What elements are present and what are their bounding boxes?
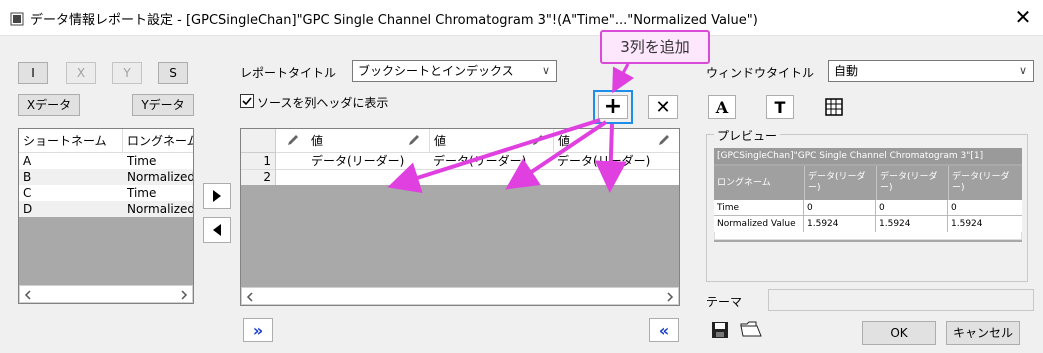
triangle-right-icon xyxy=(213,190,221,202)
floppy-disk-icon xyxy=(712,322,728,338)
preview-header-cell: ロングネーム xyxy=(714,166,804,200)
app-icon xyxy=(10,12,24,26)
column-header-value[interactable]: 値 xyxy=(429,129,539,153)
scroll-left-icon[interactable] xyxy=(246,292,254,302)
pencil-icon[interactable] xyxy=(407,133,421,147)
open-theme-button[interactable] xyxy=(740,319,762,339)
letter-button-y[interactable]: Y xyxy=(112,62,142,84)
add-column-button[interactable]: + xyxy=(598,95,628,119)
preview-table: [GPCSingleChan]"GPC Single Channel Chrom… xyxy=(714,148,1022,242)
preview-title: [GPCSingleChan]"GPC Single Channel Chrom… xyxy=(714,148,1022,164)
preview-cell: 1.5924 xyxy=(804,216,876,232)
column-header-value[interactable]: 値 xyxy=(553,129,663,153)
move-left-button[interactable] xyxy=(203,217,231,243)
ok-button[interactable]: OK xyxy=(862,321,936,345)
font-button[interactable]: A xyxy=(708,95,736,119)
report-columns-table[interactable]: 値 値 値 1 データ(リーダー) データ(リーダー) データ(リーダー) 2 xyxy=(240,128,680,306)
report-title-select[interactable]: ブックシートとインデックス ∨ xyxy=(352,60,557,82)
show-source-checkbox[interactable] xyxy=(240,94,254,108)
table-cell[interactable]: データ(リーダー) xyxy=(307,153,427,169)
scroll-right-icon[interactable] xyxy=(180,290,188,300)
list-item-short[interactable]: C xyxy=(19,185,123,201)
show-source-label: ソースを列ヘッダに表示 xyxy=(257,96,389,110)
window-title: データ情報レポート設定 - [GPCSingleChan]"GPC Single… xyxy=(30,13,758,28)
pencil-icon[interactable] xyxy=(657,133,671,147)
column-header-longname[interactable]: ロングネーム xyxy=(123,129,193,153)
preview-cell: Normalized Value xyxy=(714,216,804,232)
window-title-label: ウィンドウタイトル xyxy=(706,66,815,80)
preview-header-cell: データ(リーダー) xyxy=(804,166,876,200)
annotation-callout: 3列を追加 xyxy=(600,30,710,64)
preview-header-cell: データ(リーダー) xyxy=(876,166,948,200)
chevron-down-icon: ∨ xyxy=(1018,64,1027,77)
row-number: 1 xyxy=(241,153,276,169)
font-a-icon: A xyxy=(715,97,729,117)
collapse-button[interactable]: « xyxy=(649,318,679,342)
scroll-right-icon[interactable] xyxy=(666,292,674,302)
list-item-short[interactable]: B xyxy=(19,169,123,185)
scroll-left-icon[interactable] xyxy=(24,290,32,300)
preview-cell: 1.5924 xyxy=(948,216,1022,232)
preview-header-cell: データ(リーダー) xyxy=(948,166,1022,200)
cancel-button[interactable]: キャンセル xyxy=(946,321,1020,345)
window-title-select[interactable]: 自動 ∨ xyxy=(828,60,1034,82)
chevron-down-icon: ∨ xyxy=(541,64,550,77)
column-list[interactable]: ショートネーム ロングネーム A Time B Normalized Value… xyxy=(18,128,194,304)
table-grid-icon xyxy=(825,98,843,116)
letter-button-x[interactable]: X xyxy=(66,62,96,84)
pencil-icon[interactable] xyxy=(531,133,545,147)
preview-label: プレビュー xyxy=(714,127,781,144)
xdata-button[interactable]: Xデータ xyxy=(18,94,80,116)
preview-cell: Time xyxy=(714,200,804,216)
list-item-long[interactable]: Normalized Value xyxy=(123,169,193,185)
letter-button-s[interactable]: S xyxy=(158,62,188,84)
table-corner xyxy=(241,129,276,153)
table-cell[interactable]: データ(リーダー) xyxy=(553,153,673,169)
window-title-value: 自動 xyxy=(834,64,859,78)
preview-cell: 0 xyxy=(804,200,876,216)
move-right-button[interactable] xyxy=(203,183,231,209)
column-header-value[interactable]: 値 xyxy=(307,129,417,153)
text-button[interactable]: T xyxy=(766,95,794,119)
list-item-short[interactable]: D xyxy=(19,201,123,217)
ydata-button[interactable]: Yデータ xyxy=(132,94,194,116)
preview-cell: 0 xyxy=(876,200,948,216)
table-row xyxy=(241,169,679,185)
preview-cell: 1.5924 xyxy=(876,216,948,232)
check-icon xyxy=(242,97,252,106)
list-item-long[interactable]: Normalized Value xyxy=(123,201,193,217)
expand-button[interactable]: » xyxy=(243,318,273,342)
delete-column-button[interactable]: ✕ xyxy=(648,95,678,119)
list-horizontal-scrollbar[interactable] xyxy=(19,285,193,303)
report-title-label: レポートタイトル xyxy=(240,66,337,80)
text-t-icon: T xyxy=(774,97,786,117)
list-item-long[interactable]: Time xyxy=(123,153,193,169)
theme-field[interactable] xyxy=(768,289,1034,311)
row-number: 2 xyxy=(241,169,276,185)
report-title-value: ブックシートとインデックス xyxy=(358,64,514,78)
table-format-button[interactable] xyxy=(824,97,844,117)
callout-arrow xyxy=(612,63,635,94)
table-cell[interactable]: データ(リーダー) xyxy=(429,153,549,169)
triangle-left-icon xyxy=(213,224,221,236)
list-item-long[interactable]: Time xyxy=(123,185,193,201)
column-header-shortname[interactable]: ショートネーム xyxy=(19,129,123,153)
preview-cell: 0 xyxy=(948,200,1022,216)
pencil-icon[interactable] xyxy=(286,133,300,147)
theme-label: テーマ xyxy=(706,295,743,309)
list-item-short[interactable]: A xyxy=(19,153,123,169)
table-horizontal-scrollbar[interactable] xyxy=(241,287,679,305)
close-button[interactable]: ✕ xyxy=(1008,4,1038,30)
open-folder-icon xyxy=(740,321,762,337)
letter-button-i[interactable]: I xyxy=(18,62,48,84)
save-theme-button[interactable] xyxy=(710,320,730,340)
